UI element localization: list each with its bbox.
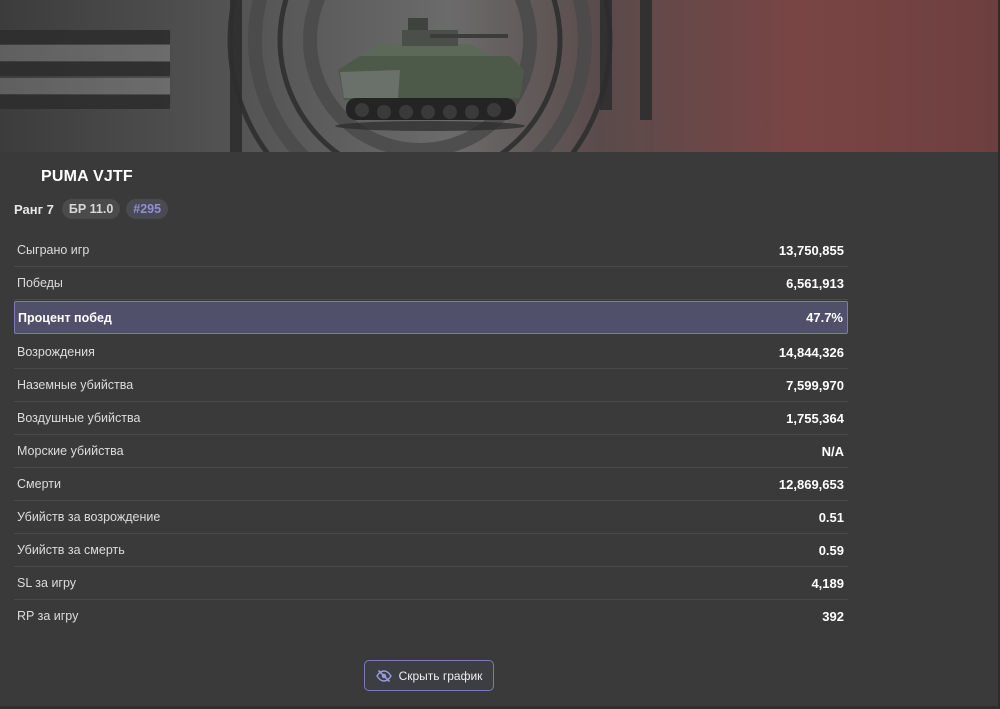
stat-label: Победы: [17, 276, 63, 290]
stat-row-air-kills: Воздушные убийства 1,755,364: [14, 402, 848, 435]
rank-label: Ранг 7: [14, 201, 54, 217]
stat-label: Смерти: [17, 477, 61, 491]
stat-label: Убийств за возрождение: [17, 510, 161, 524]
stat-label: Воздушные убийства: [17, 411, 141, 425]
stat-row-win-rate[interactable]: Процент побед 47.7%: [14, 301, 848, 334]
hide-chart-label: Скрыть график: [398, 668, 483, 683]
stat-label: Морские убийства: [17, 444, 124, 458]
stat-label: Убийств за смерть: [17, 543, 125, 557]
stat-row-respawns: Возрождения 14,844,326: [14, 336, 848, 369]
stat-value: 6,561,913: [786, 275, 844, 291]
stat-value: 0.59: [818, 542, 844, 558]
stat-row-kills-per-death: Убийств за смерть 0.59: [14, 534, 848, 567]
stat-value: 13,750,855: [778, 242, 844, 258]
stat-value: 47.7%: [806, 310, 843, 325]
stat-row-deaths: Смерти 12,869,653: [14, 468, 848, 501]
stat-value: 7,599,970: [786, 377, 844, 393]
stat-label: Возрождения: [17, 345, 95, 359]
stat-row-rp-per-game: RP за игру 392: [14, 600, 848, 632]
stat-value: 14,844,326: [778, 344, 844, 360]
stat-label: RP за игру: [17, 609, 79, 623]
stat-row-kills-per-respawn: Убийств за возрождение 0.51: [14, 501, 848, 534]
vehicle-name: PUMA VJTF: [41, 168, 133, 185]
stat-row-sl-per-game: SL за игру 4,189: [14, 567, 848, 600]
stat-row-wins: Победы 6,561,913: [14, 267, 848, 300]
stat-label: Наземные убийства: [17, 378, 134, 392]
stat-row-naval-kills: Морские убийства N/A: [14, 435, 848, 468]
stat-value: 0.51: [818, 509, 844, 525]
position-badge: #295: [126, 199, 169, 219]
vehicle-badges: Ранг 7 БР 11.0 #295: [14, 198, 169, 220]
hide-chart-button[interactable]: Скрыть график: [364, 660, 494, 691]
eye-slash-icon: [375, 669, 392, 683]
vehicle-banner-image: [0, 0, 652, 152]
stat-row-games-played: Сыграно игр 13,750,855: [14, 234, 848, 267]
stat-value: 1,755,364: [786, 410, 844, 426]
vehicle-banner: [0, 0, 1000, 152]
stat-label: Сыграно игр: [17, 243, 90, 257]
stats-table: Сыграно игр 13,750,855 Победы 6,561,913 …: [14, 234, 848, 632]
br-badge: БР 11.0: [61, 199, 121, 219]
stat-value: 4,189: [811, 575, 844, 591]
stat-label: Процент побед: [18, 310, 112, 325]
stat-value: 12,869,653: [778, 476, 844, 492]
stat-row-ground-kills: Наземные убийства 7,599,970: [14, 369, 848, 402]
stat-value: N/A: [821, 443, 844, 459]
stat-value: 392: [822, 608, 844, 624]
stat-label: SL за игру: [17, 576, 77, 590]
